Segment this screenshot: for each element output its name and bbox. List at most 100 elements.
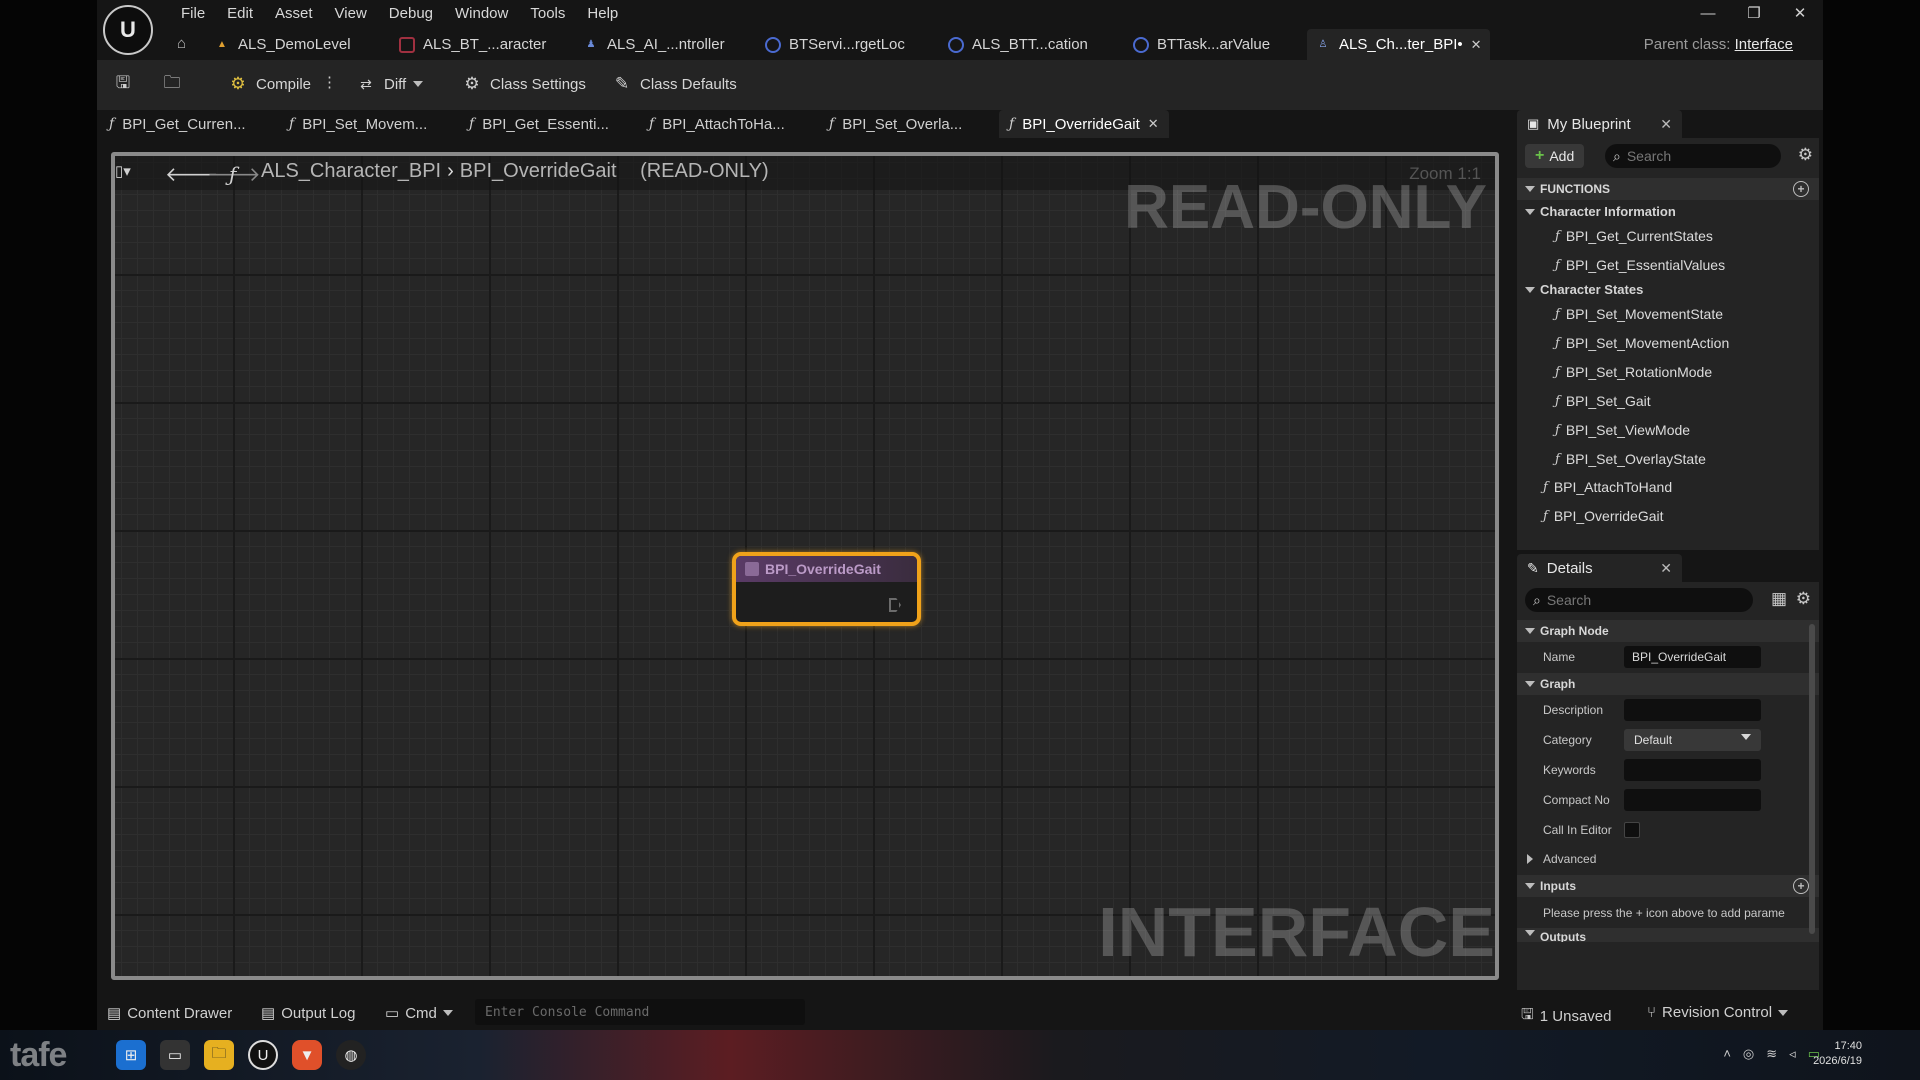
compact-field[interactable] bbox=[1624, 789, 1761, 811]
graph-tab[interactable]: ƒ BPI_Set_Overla... bbox=[829, 110, 962, 138]
function-item[interactable]: ƒ BPI_Set_ViewMode bbox=[1555, 422, 1690, 438]
function-entry-node[interactable]: BPI_OverrideGait bbox=[732, 552, 921, 626]
app-icon[interactable]: ◍ bbox=[336, 1040, 366, 1070]
details-search-input[interactable]: ⌕ Search bbox=[1525, 588, 1753, 612]
wifi-icon[interactable]: ≋ bbox=[1766, 1046, 1777, 1062]
start-icon[interactable]: ⊞ bbox=[116, 1040, 146, 1070]
class-defaults-button[interactable]: ✎ Class Defaults bbox=[611, 73, 737, 95]
graph-tab[interactable]: ƒ BPI_Get_Essenti... bbox=[469, 110, 609, 138]
function-item[interactable]: ƒ BPI_Set_MovementAction bbox=[1555, 335, 1729, 351]
browse-button[interactable]: 🗀 bbox=[161, 73, 183, 95]
asset-tab-btservice[interactable]: BTServi...rgetLoc bbox=[765, 29, 905, 60]
functions-section-header[interactable]: FUNCTIONS + bbox=[1517, 178, 1819, 200]
close-tab-icon[interactable]: ✕ bbox=[1148, 116, 1159, 132]
clock[interactable]: 17:40 2026/6/19 bbox=[1813, 1039, 1862, 1069]
graph-tab-active[interactable]: ƒ BPI_OverrideGait ✕ bbox=[999, 110, 1169, 138]
menu-help[interactable]: Help bbox=[576, 4, 629, 24]
details-scrollbar[interactable] bbox=[1809, 624, 1815, 934]
output-log-button[interactable]: ▤ Output Log bbox=[261, 1004, 355, 1023]
close-icon[interactable]: ✕ bbox=[1777, 0, 1823, 26]
asset-tab-demolevel[interactable]: ▲ ALS_DemoLevel bbox=[214, 29, 351, 60]
asset-tab-btt-location[interactable]: ALS_BTT...cation bbox=[948, 29, 1088, 60]
content-drawer-button[interactable]: ▤ Content Drawer bbox=[107, 1004, 232, 1023]
function-item[interactable]: ƒ BPI_Set_Gait bbox=[1555, 393, 1651, 409]
console-command-input[interactable]: Enter Console Command bbox=[475, 999, 805, 1025]
file-explorer-icon[interactable]: 🗀 bbox=[204, 1040, 234, 1070]
function-item[interactable]: ƒ BPI_Set_MovementState bbox=[1555, 306, 1723, 322]
function-item[interactable]: ƒ BPI_Get_EssentialValues bbox=[1555, 257, 1725, 273]
close-icon[interactable]: ✕ bbox=[1660, 560, 1672, 577]
breadcrumb-root[interactable]: ALS_Character_BPI bbox=[261, 160, 441, 182]
menu-tools[interactable]: Tools bbox=[519, 4, 576, 24]
asset-tab-bt-character[interactable]: ALS_BT_...aracter bbox=[399, 29, 546, 60]
category-character-states[interactable]: Character States bbox=[1525, 282, 1643, 297]
function-item[interactable]: ƒ BPI_OverrideGait bbox=[1543, 508, 1664, 524]
menu-window[interactable]: Window bbox=[444, 4, 519, 24]
my-blueprint-search-input[interactable]: ⌕ Search bbox=[1605, 144, 1781, 168]
unreal-logo-icon[interactable]: U bbox=[103, 5, 153, 55]
class-settings-button[interactable]: ⚙ Class Settings bbox=[461, 73, 586, 95]
compile-button[interactable]: ⚙ Compile bbox=[227, 73, 311, 95]
outputs-section-header[interactable]: Outputs bbox=[1517, 928, 1819, 942]
function-item[interactable]: ƒ BPI_Set_RotationMode bbox=[1555, 364, 1712, 380]
task-view-icon[interactable]: ▭ bbox=[160, 1040, 190, 1070]
minimize-icon[interactable]: — bbox=[1685, 0, 1731, 26]
inputs-section-header[interactable]: Inputs + bbox=[1517, 875, 1819, 897]
brave-browser-icon[interactable]: ▼ bbox=[292, 1040, 322, 1070]
menu-asset[interactable]: Asset bbox=[264, 4, 324, 24]
unreal-engine-taskbar-icon[interactable]: U bbox=[248, 1040, 278, 1070]
function-item[interactable]: ƒ BPI_AttachToHand bbox=[1543, 479, 1672, 495]
settings-gear-icon[interactable]: ⚙ bbox=[1796, 589, 1811, 609]
function-item[interactable]: ƒ BPI_Set_OverlayState bbox=[1555, 451, 1706, 467]
restore-icon[interactable]: ❐ bbox=[1731, 0, 1777, 26]
keywords-field[interactable] bbox=[1624, 759, 1761, 781]
category-character-information[interactable]: Character Information bbox=[1525, 204, 1676, 219]
graph-section-header[interactable]: Graph bbox=[1517, 673, 1819, 695]
function-item[interactable]: ƒ BPI_Get_CurrentStates bbox=[1555, 228, 1713, 244]
graph-node-section-header[interactable]: Graph Node bbox=[1517, 620, 1819, 642]
asset-tab-character-bpi[interactable]: ♙ ALS_Ch...ter_BPI• ✕ bbox=[1307, 29, 1490, 60]
parent-class-link[interactable]: Interface bbox=[1735, 36, 1793, 53]
home-icon[interactable]: ⌂ bbox=[177, 35, 195, 53]
exec-pin-icon[interactable] bbox=[889, 598, 901, 612]
network-icon[interactable]: ◎ bbox=[1743, 1046, 1754, 1062]
my-blueprint-panel: + Add ⌕ Search ⚙ FUNCTIONS + Character I… bbox=[1517, 138, 1819, 550]
details-tab[interactable]: ✎ Details ✕ bbox=[1517, 554, 1682, 582]
menu-file[interactable]: File bbox=[170, 4, 216, 24]
unsaved-button[interactable]: 🖫 1 Unsaved bbox=[1521, 1004, 1612, 1029]
cmd-dropdown[interactable]: ▭ Cmd bbox=[385, 1004, 453, 1022]
breadcrumb-function[interactable]: BPI_OverrideGait bbox=[460, 160, 617, 182]
revision-control-button[interactable]: ⑂ Revision Control bbox=[1647, 1004, 1789, 1021]
add-function-icon[interactable]: + bbox=[1793, 181, 1809, 197]
description-label: Description bbox=[1543, 703, 1604, 717]
call-in-editor-checkbox[interactable] bbox=[1624, 822, 1640, 838]
chevron-down-icon bbox=[1741, 734, 1751, 740]
close-tab-icon[interactable]: ✕ bbox=[1471, 37, 1482, 53]
diff-button[interactable]: ⇄ Diff bbox=[355, 73, 424, 95]
add-input-icon[interactable]: + bbox=[1793, 878, 1809, 894]
save-button[interactable]: 🖫 bbox=[112, 73, 134, 95]
volume-icon[interactable]: ◃ bbox=[1789, 1046, 1796, 1062]
compile-options-icon[interactable]: ⋮ bbox=[322, 73, 337, 91]
close-icon[interactable]: ✕ bbox=[1660, 116, 1672, 133]
my-blueprint-tab[interactable]: ▣ My Blueprint ✕ bbox=[1517, 110, 1682, 138]
description-field[interactable] bbox=[1624, 699, 1761, 721]
graph-tab[interactable]: ƒ BPI_Set_Movem... bbox=[289, 110, 427, 138]
asset-tab-bttask[interactable]: BTTask...arValue bbox=[1133, 29, 1270, 60]
table-view-icon[interactable]: ▦ bbox=[1771, 589, 1787, 609]
graph-tab[interactable]: ƒ BPI_AttachToHa... bbox=[649, 110, 785, 138]
keywords-row: Keywords bbox=[1517, 755, 1819, 785]
menu-view[interactable]: View bbox=[324, 4, 378, 24]
menu-debug[interactable]: Debug bbox=[378, 4, 444, 24]
advanced-row[interactable]: Advanced bbox=[1517, 844, 1819, 874]
chevron-up-icon[interactable]: ˄ bbox=[1723, 1046, 1731, 1062]
graph-canvas[interactable]: ▯▾ 🡐 🡒 ƒ ALS_Character_BPI › BPI_OverrideG… bbox=[111, 152, 1499, 980]
asset-tab-ai-controller[interactable]: ♟ ALS_AI_...ntroller bbox=[583, 29, 725, 60]
category-dropdown[interactable]: Default bbox=[1624, 729, 1761, 751]
bookmark-icon[interactable]: ▯▾ bbox=[115, 162, 131, 180]
settings-gear-icon[interactable]: ⚙ bbox=[1798, 145, 1813, 165]
graph-tab[interactable]: ƒ BPI_Get_Curren... bbox=[109, 110, 246, 138]
menu-edit[interactable]: Edit bbox=[216, 4, 264, 24]
name-field[interactable]: BPI_OverrideGait bbox=[1624, 646, 1761, 668]
add-button[interactable]: + Add bbox=[1525, 144, 1585, 168]
